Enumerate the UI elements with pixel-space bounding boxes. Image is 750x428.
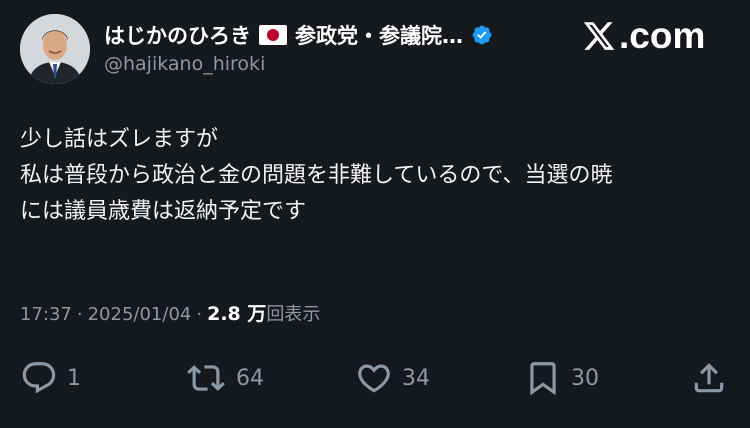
action-bar: 1 64 34 30 xyxy=(0,356,750,400)
author-display-name[interactable]: はじかのひろき xyxy=(104,20,251,50)
heart-icon xyxy=(358,364,390,393)
bookmark-button[interactable]: 30 xyxy=(524,356,599,400)
x-brand: .com xyxy=(581,14,705,58)
bookmark-icon xyxy=(530,362,556,396)
reply-count: 1 xyxy=(67,365,81,391)
meta-separator: · xyxy=(196,304,203,325)
meta-separator: · xyxy=(76,304,83,325)
views-label: 回表示 xyxy=(266,304,321,325)
tweet-text: 少し話はズレますが 私は普段から政治と金の問題を非難しているので、当選の暁 には… xyxy=(20,122,732,230)
japan-flag-icon xyxy=(259,25,287,45)
author-handle[interactable]: @hajikano_hiroki xyxy=(104,53,265,75)
tweet-time[interactable]: 17:37 xyxy=(20,304,72,325)
avatar[interactable] xyxy=(20,14,90,84)
reply-icon xyxy=(22,362,56,394)
tweet-date[interactable]: 2025/01/04 xyxy=(88,304,192,325)
tweet-meta: 17:37 · 2025/01/04 · 2.8 万 回表示 xyxy=(20,299,320,326)
tweet-line: には議員歳費は返納予定です xyxy=(20,199,307,224)
like-count: 34 xyxy=(402,365,430,391)
share-button[interactable] xyxy=(690,356,728,400)
brand-domain: .com xyxy=(619,15,706,56)
avatar-photo xyxy=(20,14,90,84)
retweet-button[interactable]: 64 xyxy=(185,356,264,400)
tweet-line: 少し話はズレますが xyxy=(20,127,219,152)
tweet-line: 私は普段から政治と金の問題を非難しているので、当選の暁 xyxy=(20,163,613,188)
share-icon xyxy=(694,363,724,393)
author-name-suffix[interactable]: 参政党・参議院… xyxy=(295,20,463,50)
x-logo-icon xyxy=(583,22,615,50)
retweet-count: 64 xyxy=(236,365,264,391)
views-count[interactable]: 2.8 万 xyxy=(207,299,266,326)
like-button[interactable]: 34 xyxy=(355,356,430,400)
bookmark-count: 30 xyxy=(571,365,599,391)
author-name-row[interactable]: はじかのひろき 参政党・参議院… xyxy=(104,20,493,50)
reply-button[interactable]: 1 xyxy=(20,356,81,400)
retweet-icon xyxy=(187,365,225,391)
verified-badge-icon xyxy=(472,25,492,45)
